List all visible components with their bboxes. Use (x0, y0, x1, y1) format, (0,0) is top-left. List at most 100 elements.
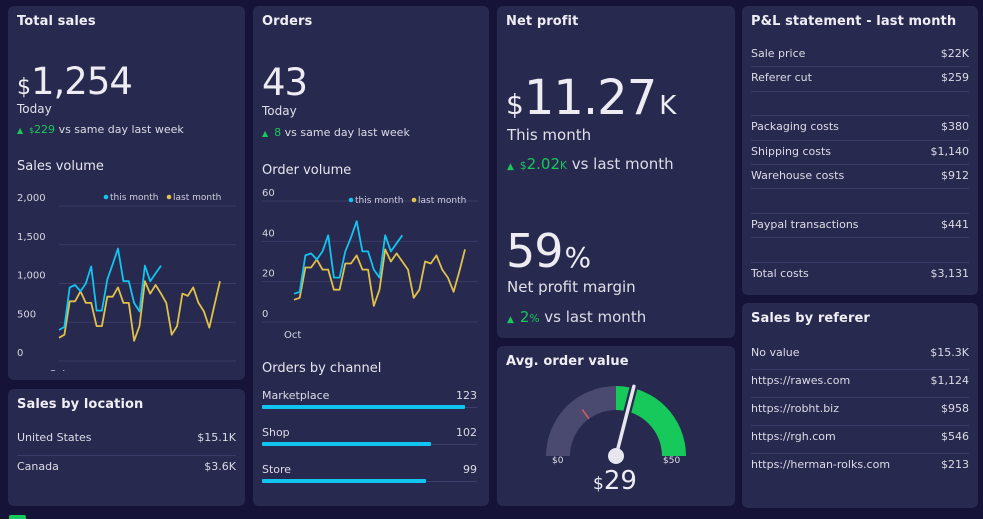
pl-statement-card: P&L statement - last month Sale price $22… (742, 6, 978, 295)
channel-label: Store (262, 463, 292, 476)
table-row: https://robht.biz $958 (751, 402, 969, 415)
period-label: This month (507, 126, 592, 144)
y-tick-label: 500 (17, 309, 36, 320)
row-value: $3.6K (204, 460, 236, 473)
card-title: Avg. order value (506, 354, 629, 369)
row-value: $441 (941, 217, 969, 231)
row-label: Warehouse costs (751, 169, 845, 182)
bottom-tab-indicator[interactable] (9, 515, 26, 519)
row-label: https://rawes.com (751, 374, 851, 387)
divider (17, 455, 236, 456)
table-row: https://rawes.com $1,124 (751, 374, 969, 387)
series-line-this-month (293, 220, 404, 295)
sales-volume-chart: 0 500 1,000 1,500 2,000 Oct this month last mon… (17, 193, 236, 371)
orders-card: Orders 43 Today ▲ 8 vs same day last week… (253, 6, 489, 506)
table-row: Canada $3.6K (17, 460, 236, 473)
row-label: Total costs (751, 266, 809, 280)
divider (751, 369, 969, 370)
table-row: Paypal transactions $441 (751, 218, 969, 231)
y-tick-label: 0 (17, 348, 23, 359)
gauge-max-label: $50 (663, 456, 681, 466)
table-row: https://rgh.com $546 (751, 430, 969, 443)
row-label: Packaging costs (751, 120, 839, 134)
table-row: Referer cut $259 (751, 71, 969, 84)
profit-margin-value: 59% (506, 224, 592, 278)
period-label: Today (17, 102, 52, 116)
series-line-this-month (58, 247, 162, 331)
y-tick-label: 40 (262, 228, 275, 239)
row-value: $3,131 (930, 266, 970, 280)
legend-dot (411, 197, 417, 203)
sales-by-referer-card: Sales by referer No value $15.3K https://r… (742, 303, 978, 508)
total-sales-value: $1,254 (17, 60, 133, 103)
period-label: Today (262, 104, 297, 118)
x-tick-label: Oct (284, 330, 301, 341)
row-value: $1,140 (930, 144, 970, 158)
row-label: https://herman-rolks.com (751, 458, 891, 471)
delta-indicator: ▲ $229 vs same day last week (17, 123, 184, 136)
row-label: Canada (17, 460, 59, 473)
delta-indicator: ▲ $2.02K vs last month (507, 155, 674, 173)
table-row: Packaging costs $380 (751, 120, 969, 133)
row-value: $1,124 (930, 374, 970, 387)
row-value: $259 (941, 71, 969, 85)
card-title: Total sales (17, 14, 96, 29)
row-value: $912 (941, 169, 969, 182)
legend-dot (166, 194, 172, 200)
channel-value: 102 (456, 426, 477, 439)
table-row: United States $15.1K (17, 431, 236, 444)
legend-label: this month (110, 193, 159, 203)
divider (751, 425, 969, 426)
divider (751, 164, 969, 165)
triangle-up-icon: ▲ (507, 162, 514, 172)
channel-bar-fill (262, 405, 466, 409)
order-volume-chart: 0 20 40 60 Oct this month last month (262, 188, 478, 341)
chart-title: Sales volume (17, 159, 104, 174)
divider (751, 66, 969, 68)
net-profit-card: Net profit $11.27 K This month ▲ $2.02K vs… (497, 6, 735, 338)
net-profit-value: $11.27 K (506, 70, 677, 126)
row-label: Sale price (751, 47, 806, 60)
divider (751, 261, 969, 263)
divider (751, 90, 969, 92)
row-value: $15.1K (197, 431, 236, 444)
card-title: P&L statement - last month (751, 14, 957, 29)
legend-label: last month (173, 193, 221, 203)
delta-indicator: ▲ 8 vs same day last week (262, 126, 410, 139)
profit-margin-label: Net profit margin (507, 278, 636, 296)
orders-value: 43 (262, 61, 308, 104)
row-label: Paypal transactions (751, 217, 859, 231)
card-title: Net profit (506, 14, 579, 29)
table-row: https://herman-rolks.com $213 (751, 458, 969, 471)
sales-by-location-card: Sales by location United States $15.1K Can… (8, 389, 245, 506)
y-tick-label: 1,500 (17, 232, 46, 243)
y-tick-label: 0 (262, 309, 268, 320)
margin-delta-indicator: ▲ 2% vs last month (507, 308, 647, 326)
table-row: Shipping costs $1,140 (751, 145, 969, 158)
card-title: Orders (262, 14, 313, 29)
gauge-min-label: $0 (552, 456, 564, 466)
y-tick-label: 2,000 (17, 193, 46, 204)
table-row: Total costs $3,131 (751, 267, 969, 280)
avg-order-value-card: Avg. order value $0 $50 $29 (497, 346, 735, 506)
channel-bar-fill (262, 479, 426, 483)
gauge-needle-hub (608, 448, 624, 464)
channel-label: Marketplace (262, 389, 330, 402)
row-label: United States (17, 431, 92, 444)
row-label: No value (751, 346, 800, 359)
divider (751, 115, 969, 117)
divider (751, 453, 969, 454)
avg-order-value: $29 (593, 466, 637, 496)
divider (751, 212, 969, 214)
channel-value: 99 (463, 463, 477, 476)
channel-bar-fill (262, 442, 431, 446)
divider (751, 188, 969, 190)
channel-label: Shop (262, 426, 290, 439)
orders-by-channel-title: Orders by channel (262, 361, 382, 376)
table-row: No value $15.3K (751, 346, 969, 359)
table-row: Sale price $22K (751, 47, 969, 60)
row-value: $380 (941, 120, 969, 134)
y-tick-label: 1,000 (17, 271, 46, 282)
total-sales-card: Total sales $1,254 Today ▲ $229 vs same d… (8, 6, 245, 380)
triangle-up-icon: ▲ (507, 315, 514, 325)
